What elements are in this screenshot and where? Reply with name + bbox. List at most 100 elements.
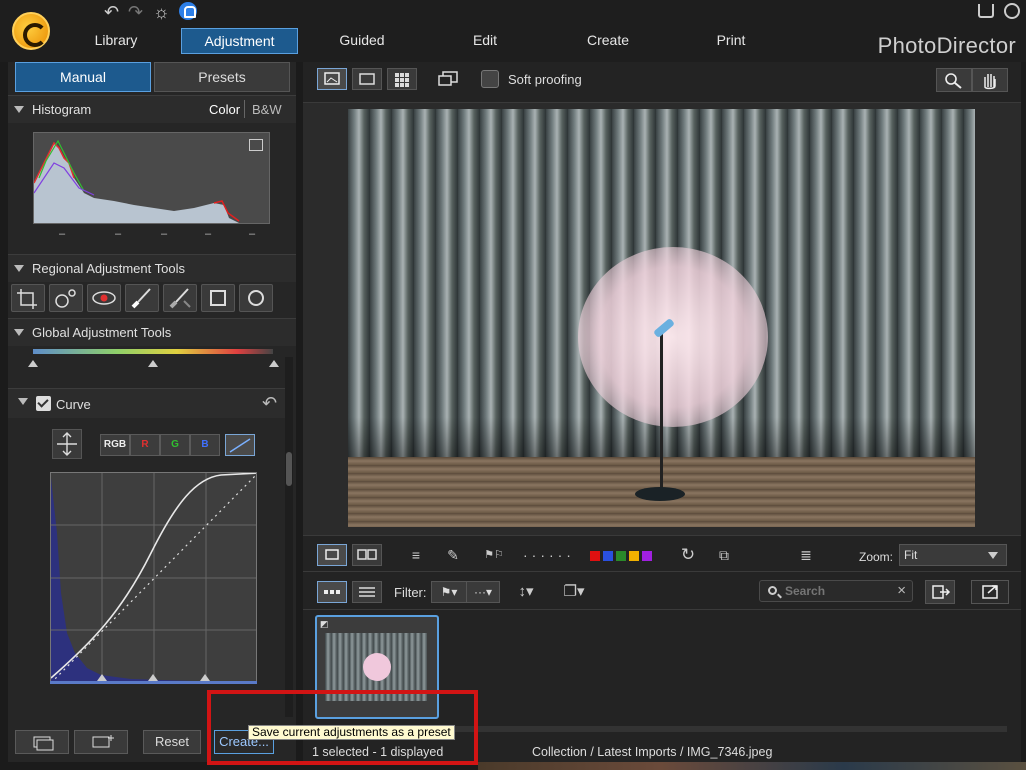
global-tools-header[interactable]: Global Adjustment Tools — [8, 318, 296, 346]
redo-icon[interactable]: ↷ — [128, 2, 143, 22]
settings-gear-icon[interactable]: ☼ — [153, 2, 170, 22]
gradient-brush-button[interactable] — [163, 284, 197, 312]
before-after-icon — [357, 549, 377, 560]
rotate-stack-icon[interactable]: ≡ — [403, 545, 429, 565]
color-label-red[interactable] — [590, 551, 600, 561]
file-path: Collection / Latest Imports / IMG_7346.j… — [532, 745, 773, 759]
soft-proofing-label: Soft proofing — [508, 72, 582, 87]
tab-presets[interactable]: Presets — [154, 62, 290, 92]
tab-print[interactable]: Print — [705, 28, 757, 54]
photo-viewer[interactable] — [303, 102, 1021, 536]
main-viewer-area: Soft proofing ≡ ✎ ⚑⚐ ······ ↻ ⧉ ≣ Zoom: … — [303, 62, 1021, 762]
sort-menu-icon[interactable]: ≣ — [793, 545, 819, 565]
tone-curve-svg — [51, 473, 256, 681]
brush-tool-button[interactable] — [125, 284, 159, 312]
stack-dropdown-icon[interactable]: ❐▾ — [561, 582, 587, 602]
filmstrip-view-button[interactable] — [317, 581, 347, 603]
single-photo-mode-button[interactable] — [317, 544, 347, 566]
curve-midtone-handle[interactable] — [148, 674, 158, 681]
clipping-warning-icon[interactable] — [249, 139, 263, 151]
histogram-title: Histogram — [32, 102, 92, 117]
search-input[interactable] — [785, 584, 885, 598]
curve-channel-red[interactable]: R — [130, 434, 160, 456]
curve-shadow-handle[interactable] — [97, 674, 107, 681]
radial-mask-button[interactable] — [239, 284, 273, 312]
histogram-header[interactable]: Histogram Color B&W — [8, 95, 296, 123]
regional-tools-header[interactable]: Regional Adjustment Tools — [8, 254, 296, 282]
tab-adjustment[interactable]: Adjustment — [181, 28, 298, 54]
color-label-purple[interactable] — [642, 551, 652, 561]
histogram-color-toggle[interactable]: Color — [209, 102, 240, 117]
soft-proofing-checkbox[interactable] — [481, 70, 499, 88]
notification-bell-icon[interactable] — [179, 2, 197, 20]
slider-thumb[interactable] — [28, 360, 38, 367]
second-display-button[interactable] — [436, 69, 462, 89]
clear-search-icon[interactable]: × — [897, 582, 906, 599]
collapse-triangle-icon[interactable] — [14, 265, 24, 272]
curve-header[interactable]: Curve ↶ — [8, 388, 288, 418]
square-mask-button[interactable] — [201, 284, 235, 312]
flag-icon[interactable]: ⚑⚐ — [481, 545, 507, 565]
crop-tool-button[interactable] — [11, 284, 45, 312]
zoom-tool-button[interactable] — [936, 68, 972, 92]
curve-point-tool-button[interactable] — [52, 429, 82, 459]
cart-icon[interactable] — [978, 4, 994, 18]
rating-dots-icon[interactable]: ······ — [519, 545, 579, 565]
curve-highlight-handle[interactable] — [200, 674, 210, 681]
color-label-green[interactable] — [616, 551, 626, 561]
before-after-button[interactable] — [352, 544, 382, 566]
crop-straighten-icon[interactable]: ⧉ — [711, 545, 737, 565]
collapse-triangle-icon[interactable] — [14, 106, 24, 113]
tab-guided[interactable]: Guided — [326, 28, 398, 54]
search-field[interactable]: × — [759, 580, 913, 602]
curve-channel-rgb[interactable]: RGB — [100, 434, 130, 456]
share-button[interactable] — [971, 580, 1009, 604]
tab-manual[interactable]: Manual — [15, 62, 151, 92]
histogram-bw-toggle[interactable]: B&W — [252, 102, 282, 117]
eyedropper-icon[interactable]: ✎ — [440, 545, 466, 565]
color-label-blue[interactable] — [603, 551, 613, 561]
divider — [244, 100, 245, 118]
paste-settings-button[interactable] — [74, 730, 128, 754]
curve-range-bar — [50, 681, 257, 684]
curve-reset-icon[interactable]: ↶ — [262, 393, 277, 414]
rating-filter-dropdown[interactable]: ···▾ — [466, 581, 500, 603]
histogram-tick: – — [249, 228, 256, 240]
list-view-button[interactable] — [352, 581, 382, 603]
color-label-yellow[interactable] — [629, 551, 639, 561]
view-grid-button[interactable] — [387, 68, 417, 90]
tab-create[interactable]: Create — [576, 28, 640, 54]
viewer-toolbar: ≡ ✎ ⚑⚐ ······ ↻ ⧉ ≣ Zoom: Fit — [303, 538, 1021, 572]
undo-icon[interactable]: ↶ — [104, 2, 119, 22]
zoom-select[interactable]: Fit — [899, 544, 1007, 566]
rotate-icon[interactable]: ↻ — [675, 545, 701, 565]
user-account-icon[interactable] — [1004, 3, 1020, 19]
zoom-label: Zoom: — [859, 550, 894, 564]
chevron-down-icon[interactable] — [18, 398, 28, 405]
curve-channel-blue[interactable]: B — [190, 434, 220, 456]
reset-button[interactable]: Reset — [143, 730, 201, 754]
pan-tool-button[interactable] — [972, 68, 1008, 92]
slider-thumb[interactable] — [148, 360, 158, 367]
red-eye-button[interactable] — [87, 284, 121, 312]
panel-scrollbar[interactable] — [285, 357, 293, 717]
tone-curve-graph[interactable] — [50, 472, 257, 682]
curve-mode-button[interactable] — [225, 434, 255, 456]
sort-order-icon[interactable]: ↕▾ — [513, 582, 539, 602]
flag-filter-dropdown[interactable]: ⚑▾ — [431, 581, 467, 603]
curve-enable-checkbox[interactable] — [36, 396, 51, 411]
spot-removal-button[interactable] — [49, 284, 83, 312]
view-compare-button[interactable] — [352, 68, 382, 90]
share-icon — [982, 585, 998, 599]
view-single-button[interactable] — [317, 68, 347, 90]
collapse-triangle-icon[interactable] — [14, 329, 24, 336]
curve-channel-green[interactable]: G — [160, 434, 190, 456]
copy-settings-button[interactable] — [15, 730, 69, 754]
tab-library[interactable]: Library — [78, 28, 154, 54]
regional-tools-title: Regional Adjustment Tools — [32, 261, 185, 276]
panel-scrollbar-thumb[interactable] — [286, 452, 292, 486]
main-photo[interactable] — [348, 109, 975, 527]
export-button[interactable] — [925, 580, 955, 604]
tab-edit[interactable]: Edit — [456, 28, 514, 54]
slider-thumb[interactable] — [269, 360, 279, 367]
